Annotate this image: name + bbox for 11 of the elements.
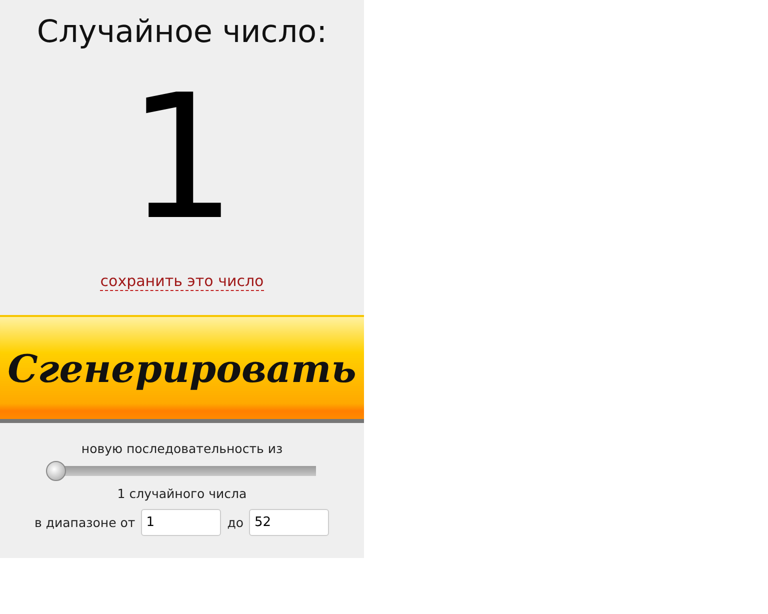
- random-number: 1: [127, 60, 237, 256]
- title: Случайное число:: [36, 13, 328, 52]
- range-to-field[interactable]: 52: [249, 509, 330, 536]
- save-number-link[interactable]: сохранить это число: [100, 272, 264, 291]
- range-to-label: до: [227, 515, 244, 530]
- range-from-label: в диапазоне от: [34, 515, 136, 530]
- slider-thumb[interactable]: [46, 461, 66, 481]
- range-from-field[interactable]: 1: [141, 509, 222, 536]
- count-label: 1 случайного числа: [117, 486, 247, 501]
- sequence-label: новую последовательность из: [81, 441, 283, 456]
- generate-button[interactable]: Сгенерировать: [0, 315, 364, 423]
